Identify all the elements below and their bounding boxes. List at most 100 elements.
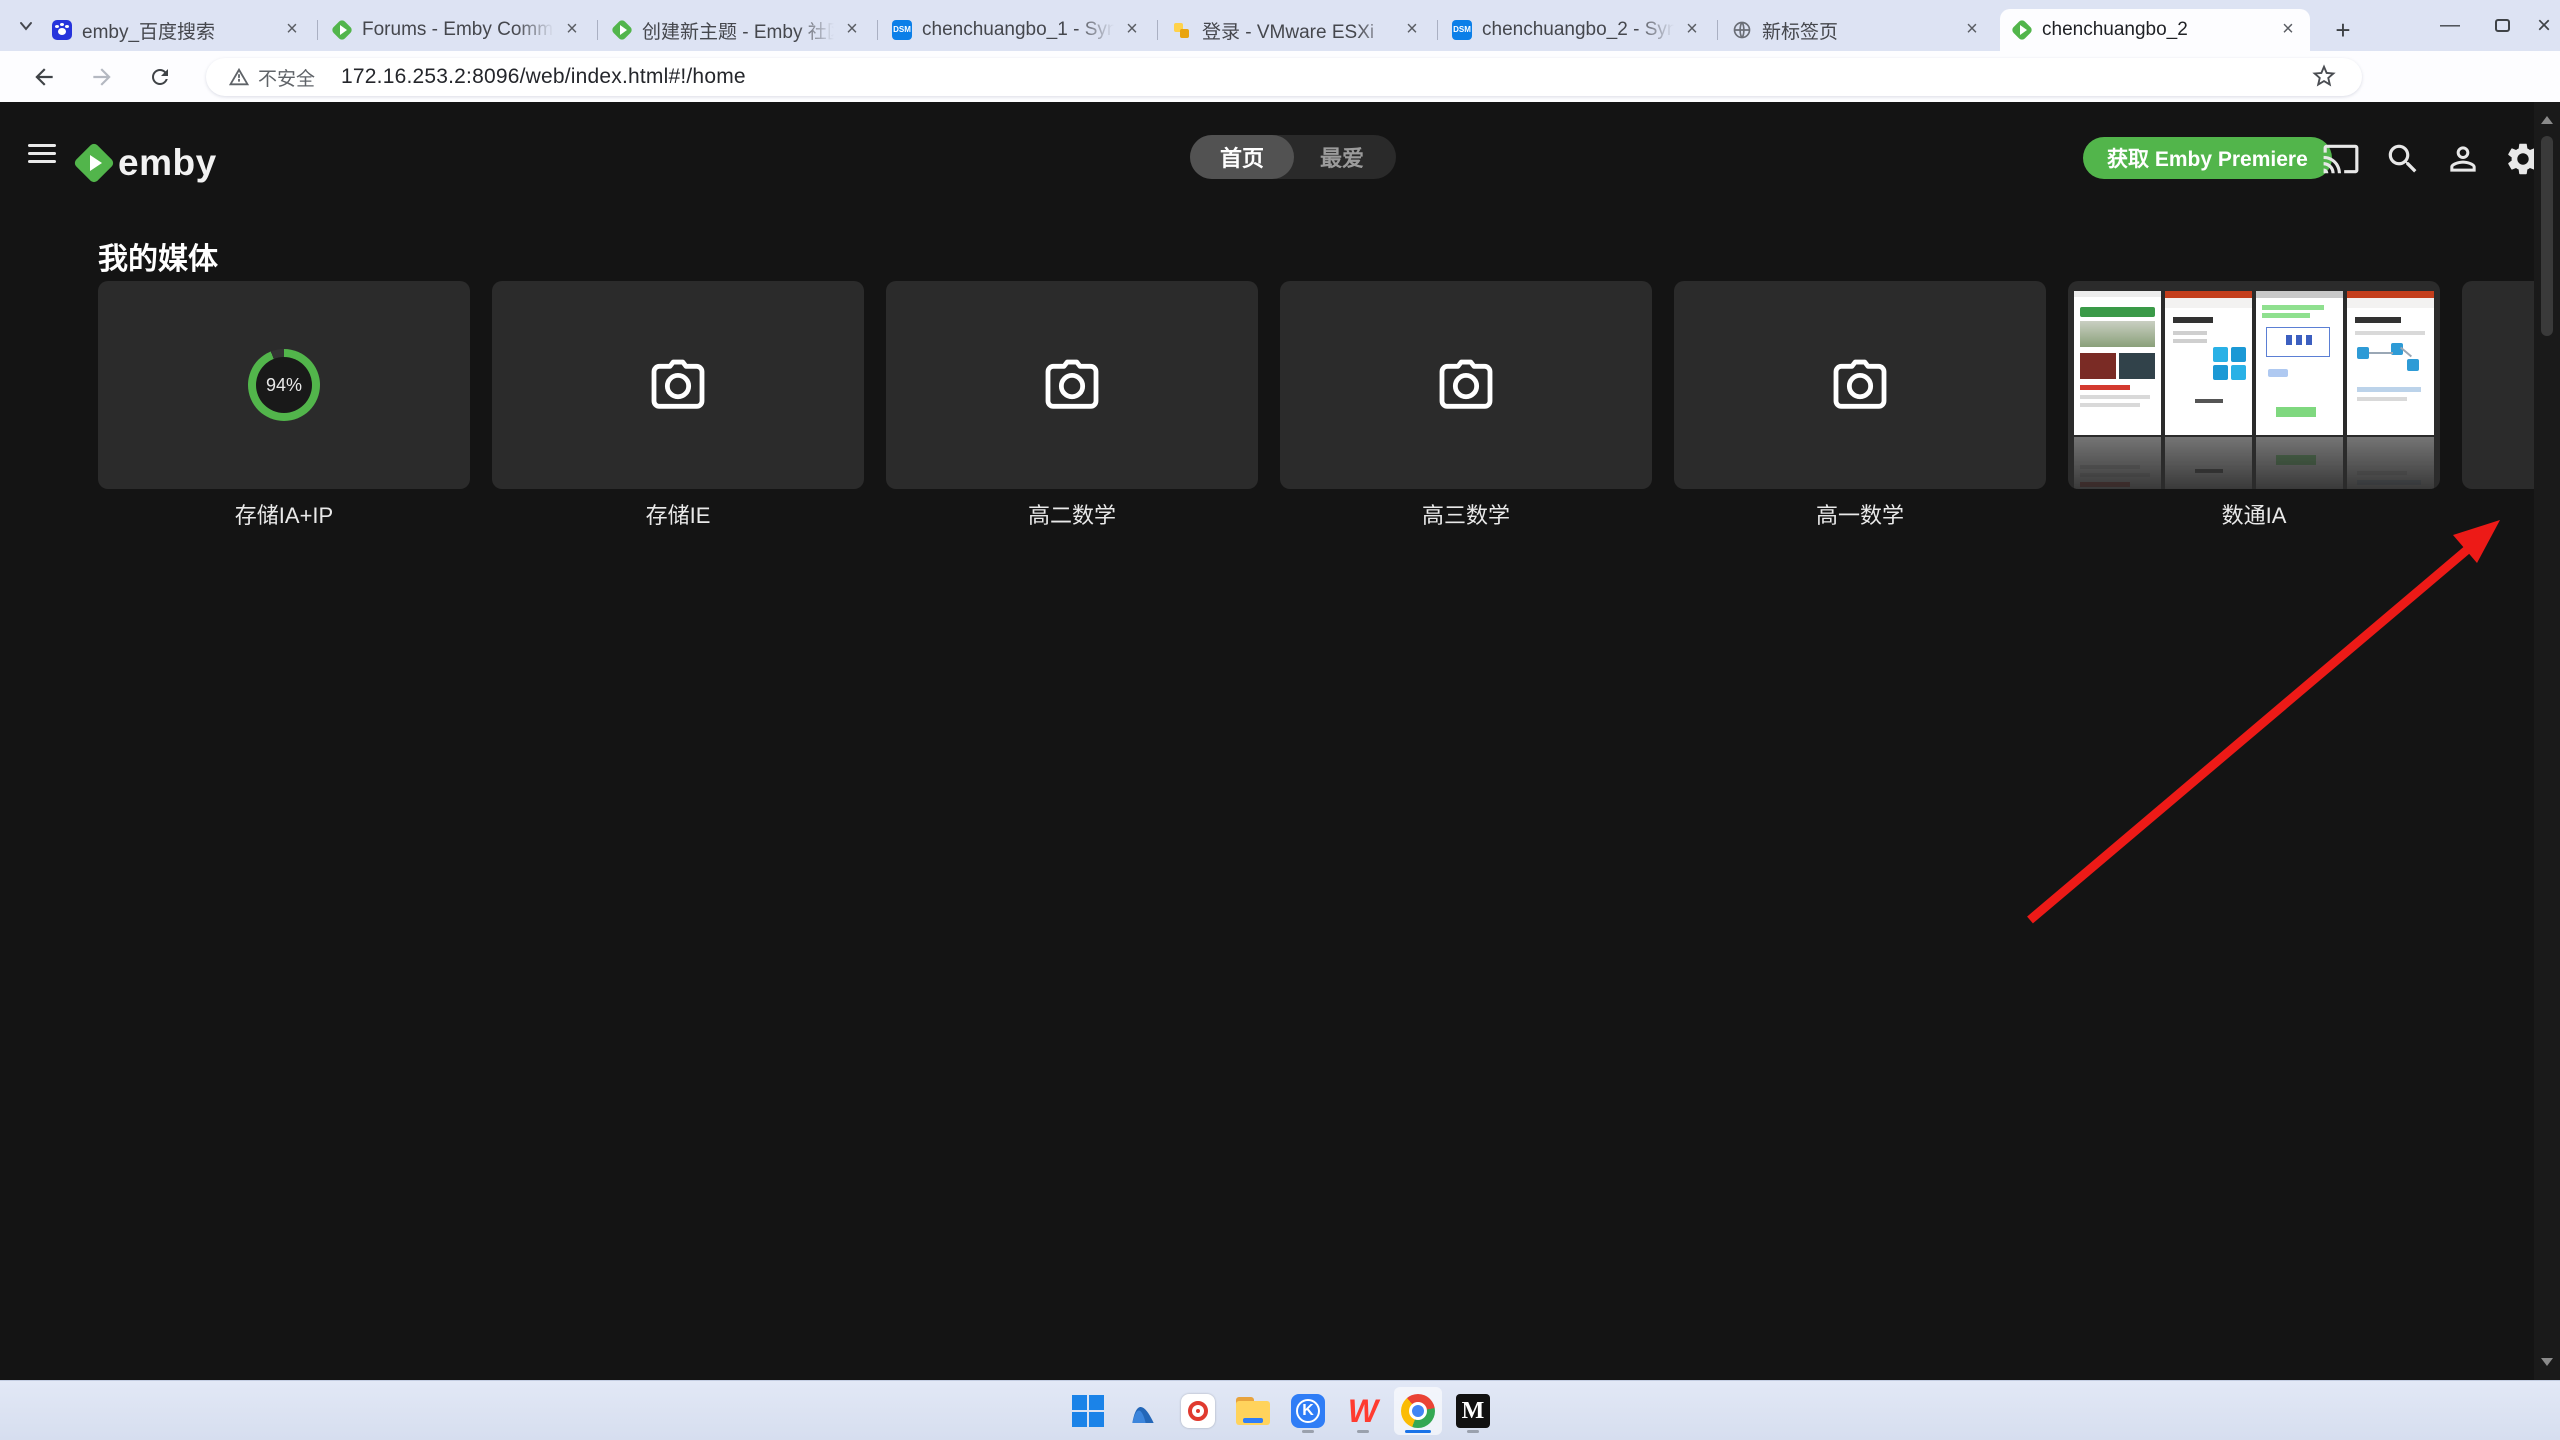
wps-app-button[interactable]: W [1339,1387,1387,1435]
library-label[interactable]: 存储IE [492,498,864,530]
scan-progress-value: 94% [256,357,312,413]
chrome-app-button[interactable] [1394,1387,1442,1435]
home-favorites-switch: 首页 最爱 [1190,135,1396,179]
tab-title: 新标签页 [1762,17,1960,44]
scrollbar-thumb[interactable] [2541,136,2553,336]
library-thumbnail [2165,291,2252,435]
library-card-math-g3[interactable] [1280,281,1652,489]
reload-icon[interactable] [140,57,180,97]
library-card-math-g1[interactable] [1674,281,2046,489]
library-label[interactable]: 数通IA [2068,498,2440,530]
wireshark-icon [1126,1395,1160,1427]
library-label[interactable]: 高一数学 [1674,498,2046,530]
scroll-down-icon[interactable] [2541,1358,2553,1366]
tab-close-icon[interactable]: × [1120,18,1144,42]
active-running-indicator [1405,1430,1431,1433]
tab-close-icon[interactable]: × [1960,18,1984,42]
window-minimize-button[interactable]: — [2424,0,2476,51]
vmware-favicon [1172,20,1192,40]
user-icon[interactable] [2444,140,2482,178]
tab-vmware-esxi[interactable]: 登录 - VMware ESXi × [1160,9,1434,51]
dsm-favicon: DSM [892,20,912,40]
globe-favicon [1732,20,1752,40]
tab-title: Forums - Emby Commu [362,19,560,41]
library-card-partial[interactable] [2462,281,2534,489]
tab-close-icon[interactable]: × [560,18,584,42]
library-label[interactable]: 高二数学 [886,498,1258,530]
new-tab-button[interactable]: + [2326,14,2360,48]
tab-favorites[interactable]: 最爱 [1294,141,1390,173]
emby-page: emby 首页 最爱 获取 Emby Premiere 我的媒体 94% [0,102,2560,1380]
start-button[interactable] [1064,1387,1112,1435]
site-security-chip[interactable]: 不安全 [228,64,315,91]
tab-close-icon[interactable]: × [840,18,864,42]
file-explorer-button[interactable] [1229,1387,1277,1435]
windows-start-icon [1072,1395,1104,1427]
address-bar[interactable]: 不安全 172.16.253.2:8096/web/index.html#!/h… [206,58,2362,96]
tab-title: 登录 - VMware ESXi [1202,17,1400,44]
emby-favicon [332,20,352,40]
hamburger-menu-icon[interactable] [28,139,56,168]
snail-app-icon [1181,1394,1215,1428]
tab-synology-1[interactable]: DSM chenchuangbo_1 - Syno × [880,9,1154,51]
tab-separator [597,20,598,40]
camera-icon [1828,353,1892,417]
tab-close-icon[interactable]: × [2276,18,2300,42]
get-emby-premiere-button[interactable]: 获取 Emby Premiere [2083,137,2332,179]
k-app-icon: K [1291,1394,1325,1428]
tab-close-icon[interactable]: × [1400,18,1424,42]
tab-synology-2[interactable]: DSM chenchuangbo_2 - Syn × [1440,9,1714,51]
snail-app-button[interactable] [1174,1387,1222,1435]
running-indicator [1302,1430,1314,1433]
scan-progress-ring: 94% [248,349,320,421]
tab-active-chenchuangbo-2[interactable]: chenchuangbo_2 × [2000,9,2310,51]
tab-title: chenchuangbo_2 - Syn [1482,19,1680,41]
library-card-math-g2[interactable] [886,281,1258,489]
tab-close-icon[interactable]: × [280,18,304,42]
scroll-up-icon[interactable] [2541,116,2553,124]
dsm-favicon: DSM [1452,20,1472,40]
cast-icon[interactable] [2322,140,2360,178]
tab-search-chevron-icon[interactable] [18,18,34,34]
library-card-shutong-ia[interactable] [2068,281,2440,489]
wireshark-app-button[interactable] [1119,1387,1167,1435]
tab-home[interactable]: 首页 [1190,135,1294,179]
library-card-storage-ia-ip[interactable]: 94% [98,281,470,489]
camera-icon [1434,353,1498,417]
window-close-button[interactable]: × [2518,0,2560,51]
security-label: 不安全 [258,64,315,91]
baidu-favicon [52,20,72,40]
browser-tab-strip: emby_百度搜索 × Forums - Emby Commu × 创建新主题 … [0,0,2560,51]
k-app-button[interactable]: K [1284,1387,1332,1435]
tab-separator [877,20,878,40]
tab-new-tab-page[interactable]: 新标签页 × [1720,9,1994,51]
tab-title: 创建新主题 - Emby 社区 [642,17,840,44]
markdown-app-icon: M [1456,1394,1490,1428]
page-scrollbar[interactable] [2534,102,2560,1380]
emby-logo[interactable]: emby [76,142,217,184]
forward-icon[interactable] [82,57,122,97]
tab-separator [1157,20,1158,40]
page-title: 我的媒体 [98,234,218,278]
running-indicator [1467,1430,1479,1433]
emby-favicon [2012,20,2032,40]
screen: emby_百度搜索 × Forums - Emby Commu × 创建新主题 … [0,0,2560,1440]
url-text[interactable]: 172.16.253.2:8096/web/index.html#!/home [341,65,746,89]
search-icon[interactable] [2384,140,2422,178]
windows-taskbar: K W M [0,1380,2560,1440]
library-thumbnail [2074,291,2161,435]
tab-title: emby_百度搜索 [82,17,280,44]
tab-close-icon[interactable]: × [1680,18,1704,42]
tab-emby-forums[interactable]: Forums - Emby Commu × [320,9,594,51]
tab-separator [1437,20,1438,40]
tab-emby-new-topic[interactable]: 创建新主题 - Emby 社区 × [600,9,874,51]
back-icon[interactable] [24,57,64,97]
chrome-icon [1401,1394,1435,1428]
tab-baidu-search[interactable]: emby_百度搜索 × [40,9,314,51]
folder-icon [1236,1397,1270,1425]
markdown-app-button[interactable]: M [1449,1387,1497,1435]
library-label[interactable]: 高三数学 [1280,498,1652,530]
library-card-storage-ie[interactable] [492,281,864,489]
library-label[interactable]: 存储IA+IP [98,498,470,530]
bookmark-star-icon[interactable] [2310,62,2338,95]
